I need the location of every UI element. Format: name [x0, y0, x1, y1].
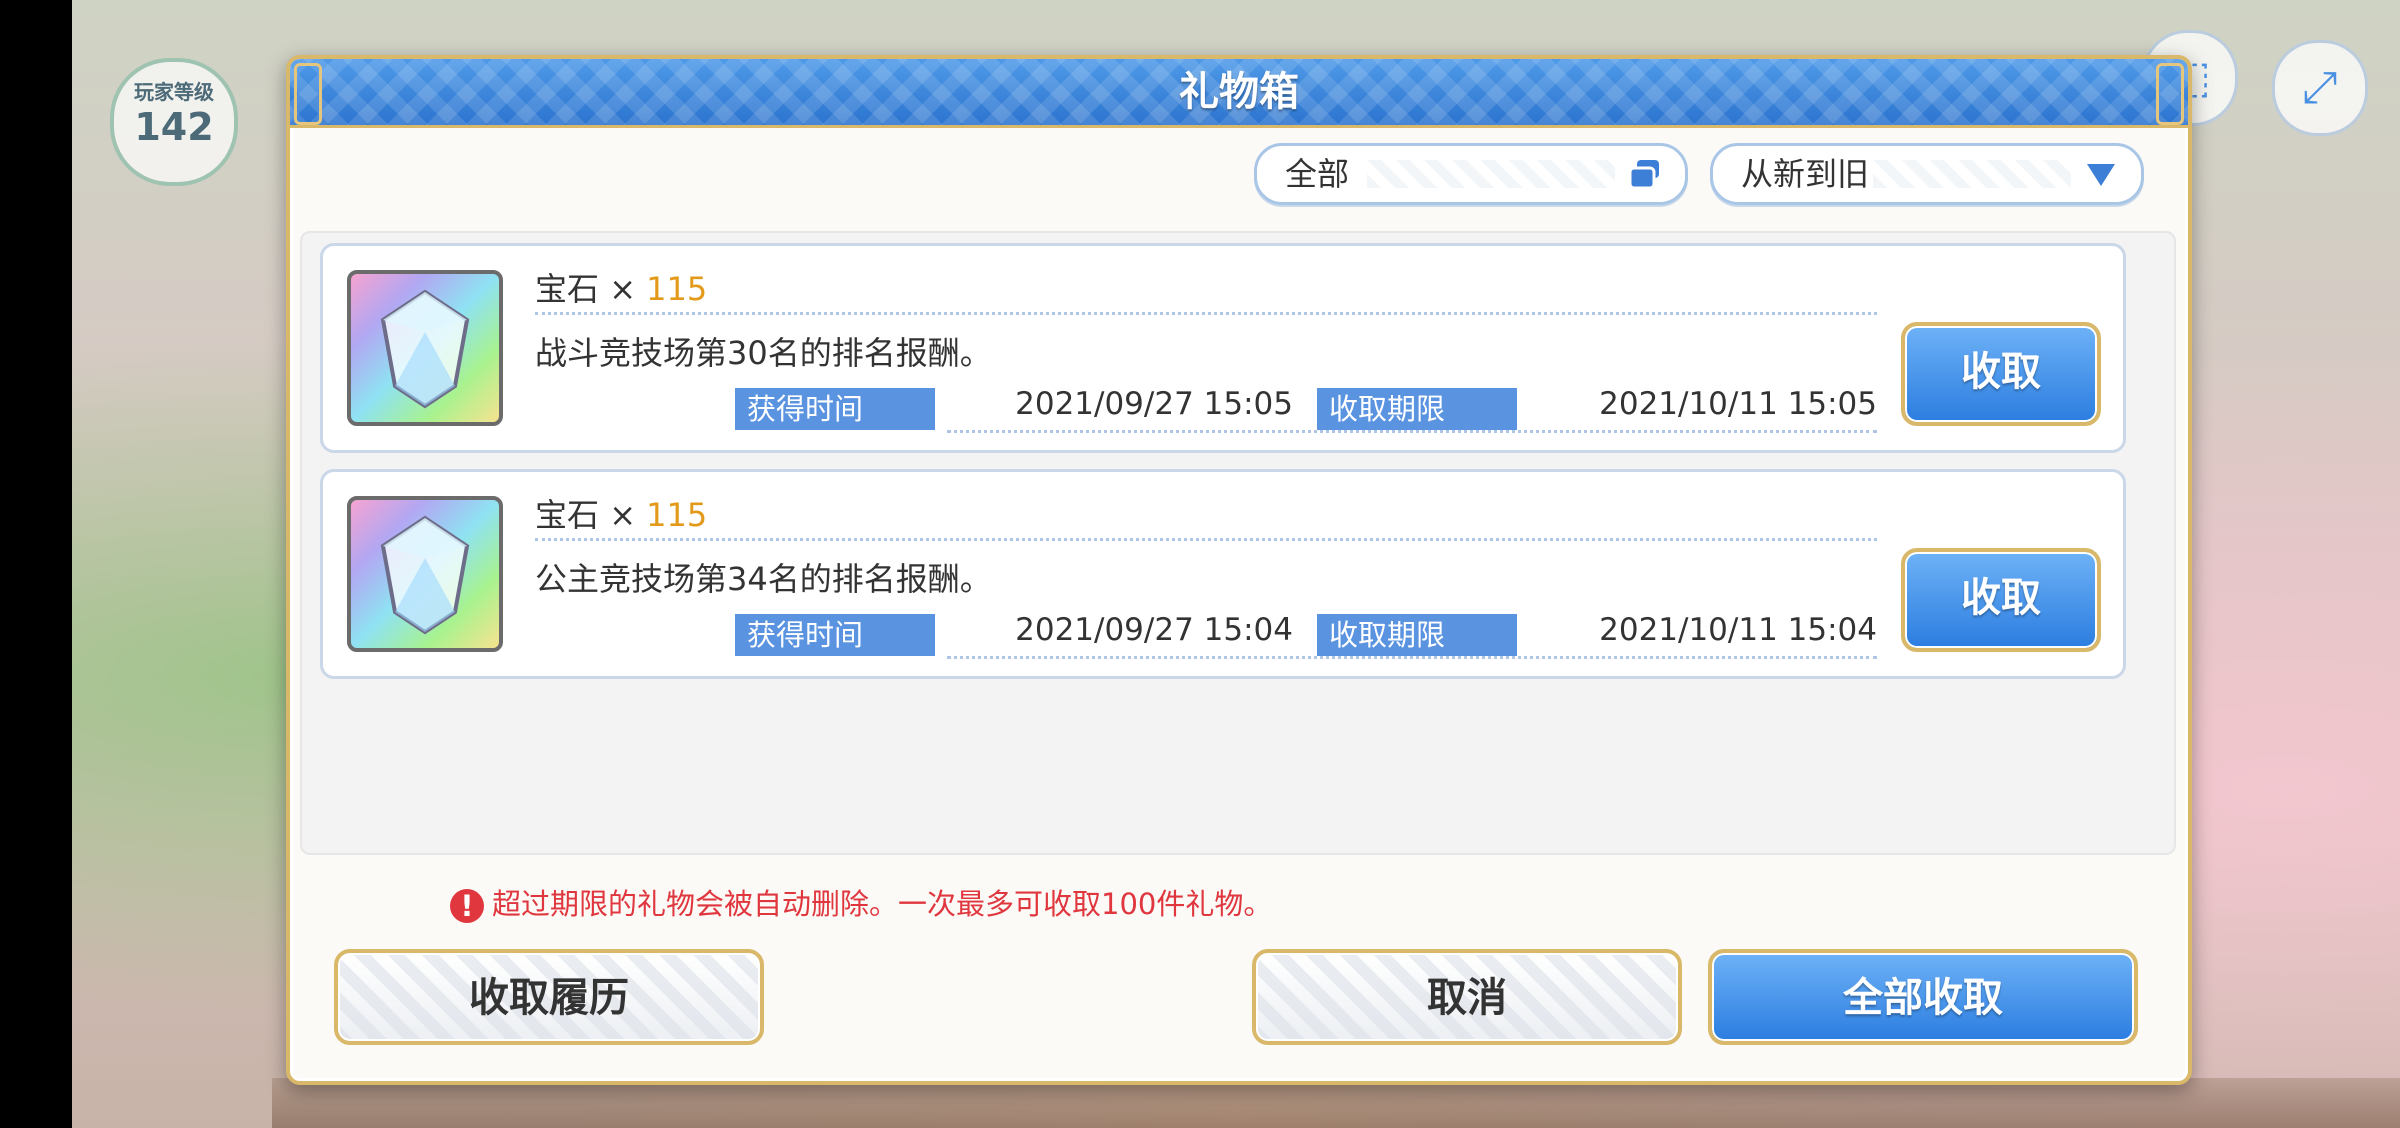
claim-history-button[interactable]: 收取履历 [334, 949, 764, 1045]
filter-dropdown[interactable]: 全部 [1254, 143, 1688, 205]
sort-dropdown[interactable]: 从新到旧 [1710, 143, 2144, 205]
item-name: 宝石 [535, 496, 600, 534]
divider [535, 538, 1877, 541]
bottom-nav-bg [272, 1078, 2400, 1128]
item-times: × [609, 496, 636, 534]
player-level-badge: 玩家等级 142 [110, 58, 238, 186]
pill-pattern [1873, 160, 2071, 188]
filter-windows-icon [1628, 160, 1659, 190]
gift-list[interactable]: 宝石 × 115 战斗竞技场第30名的排名报酬。 获得时间 2021/09/27… [300, 231, 2176, 855]
claim-all-button[interactable]: 全部收取 [1708, 949, 2138, 1045]
dialog-title-bar: 礼物箱 [290, 59, 2188, 128]
divider [535, 312, 1877, 315]
deadline-tag: 收取期限 [1317, 388, 1517, 430]
corner-ornament-left [294, 63, 322, 125]
received-time-tag: 获得时间 [735, 614, 935, 656]
claim-button[interactable]: 收取 [1901, 548, 2101, 652]
item-title: 宝石 × 115 [535, 490, 707, 536]
cancel-button[interactable]: 取消 [1252, 949, 1682, 1045]
claim-button[interactable]: 收取 [1901, 322, 2101, 426]
item-quantity: 115 [646, 270, 708, 308]
received-date: 2021/09/27 15:05 [1015, 386, 1293, 422]
gift-item: 宝石 × 115 战斗竞技场第30名的排名报酬。 获得时间 2021/09/27… [320, 243, 2126, 453]
divider [947, 430, 1877, 433]
player-level-label: 玩家等级 [134, 80, 214, 104]
item-name: 宝石 [535, 270, 600, 308]
gift-box-dialog: 礼物箱 全部 从新到旧 宝石 × 115 战斗竞技场第30名的排名报酬。 获得时… [286, 55, 2192, 1085]
gem-icon [347, 496, 503, 652]
deadline-tag: 收取期限 [1317, 614, 1517, 656]
corner-ornament-right [2156, 63, 2184, 125]
divider [947, 656, 1877, 659]
gift-item: 宝石 × 115 公主竞技场第34名的排名报酬。 获得时间 2021/09/27… [320, 469, 2126, 679]
item-title: 宝石 × 115 [535, 264, 707, 310]
deadline-date: 2021/10/11 15:04 [1599, 612, 1877, 648]
received-time-tag: 获得时间 [735, 388, 935, 430]
pill-pattern [1367, 160, 1615, 188]
item-description: 公主竞技场第34名的排名报酬。 [535, 560, 992, 598]
item-quantity: 115 [646, 496, 708, 534]
sort-label: 从新到旧 [1741, 155, 1870, 193]
dialog-title: 礼物箱 [1179, 69, 1299, 115]
item-description: 战斗竞技场第30名的排名报酬。 [535, 334, 992, 372]
warning-message: ! 超过期限的礼物会被自动删除。一次最多可收取100件礼物。 [450, 881, 1272, 923]
warning-text: 超过期限的礼物会被自动删除。一次最多可收取100件礼物。 [492, 887, 1273, 921]
alert-icon: ! [450, 889, 484, 923]
gem-icon [347, 270, 503, 426]
player-level-value: 142 [134, 105, 214, 149]
deadline-date: 2021/10/11 15:05 [1599, 386, 1877, 422]
expand-icon: ⤢ [2272, 40, 2368, 136]
filter-label: 全部 [1285, 155, 1350, 193]
item-times: × [609, 270, 636, 308]
chevron-down-icon [2087, 164, 2115, 186]
received-date: 2021/09/27 15:04 [1015, 612, 1293, 648]
